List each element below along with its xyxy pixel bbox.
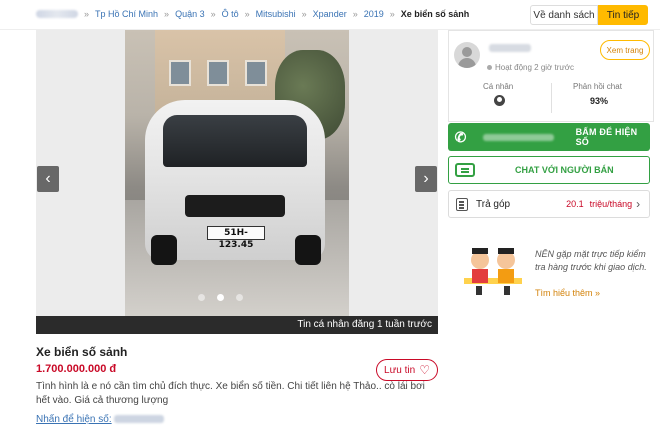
prev-photo-button[interactable]: ‹ — [37, 166, 59, 192]
breadcrumb-separator: » — [244, 9, 250, 19]
installment-value: 20.1 — [566, 199, 584, 209]
ad-title: Xe biển số sảnh — [36, 345, 128, 359]
breadcrumb-separator: » — [389, 9, 395, 19]
tip-person-left-hair — [472, 248, 488, 254]
car-windshield — [163, 115, 307, 167]
hidden-phone-number — [482, 133, 554, 141]
breadcrumb-separator: » — [352, 9, 358, 19]
photo-window — [245, 60, 267, 86]
safety-tip-text: NÊN gặp mặt trực tiếp kiểm tra hàng trướ… — [535, 249, 647, 272]
seller-activity-label: Hoạt động 2 giờ trước — [495, 63, 574, 72]
breadcrumb-item-category[interactable]: Ô tô — [222, 9, 239, 19]
photo-pagination-dots — [198, 294, 243, 301]
breadcrumb-item-model[interactable]: Xpander — [313, 9, 347, 19]
next-listing-button[interactable]: Tin tiếp — [598, 5, 648, 25]
response-rate-value: 93% — [590, 96, 609, 106]
installment-unit: triệu/tháng — [589, 199, 633, 209]
installment-row[interactable]: Trả góp 20.1 triệu/tháng › — [448, 190, 650, 218]
back-to-list-button[interactable]: Về danh sách — [530, 5, 598, 25]
breadcrumb-item-year[interactable]: 2019 — [364, 9, 384, 19]
show-phone-link[interactable]: Nhấn để hiện số: — [36, 414, 164, 425]
breadcrumb-separator: » — [84, 9, 90, 19]
chevron-right-icon: › — [636, 197, 641, 211]
license-plate: 51H-123.45 — [207, 226, 265, 250]
chat-button-label: CHAT VỚI NGƯỜI BÁN — [515, 165, 614, 175]
show-phone-button-label: BẤM ĐỂ HIỆN SỐ — [575, 127, 638, 147]
status-dot-icon — [487, 65, 492, 70]
show-phone-button[interactable]: ✆ BẤM ĐỂ HIỆN SỐ — [448, 123, 650, 151]
avatar[interactable] — [454, 42, 480, 68]
chat-icon — [455, 163, 475, 177]
photo-window — [207, 60, 229, 86]
calculator-icon — [456, 197, 468, 211]
hidden-phone-number — [113, 415, 164, 424]
tip-leg — [476, 286, 482, 295]
installment-label: Trả góp — [476, 198, 511, 210]
breadcrumb-separator: » — [301, 9, 307, 19]
save-ad-label: Lưu tin — [384, 364, 416, 376]
heart-icon: ♡ — [419, 363, 430, 377]
tip-leg — [504, 286, 510, 295]
seller-type-label: Cá nhân — [483, 82, 514, 91]
tip-person-left-body — [472, 269, 488, 283]
phone-icon: ✆ — [454, 128, 467, 145]
car-photo[interactable]: 51H-123.45 — [125, 30, 349, 316]
person-icon — [494, 95, 505, 106]
seller-panel: Hoạt động 2 giờ trước Xem trang Cá nhân … — [448, 30, 654, 122]
seller-name[interactable] — [489, 44, 531, 52]
breadcrumb-item-current: Xe biển số sảnh — [400, 9, 470, 19]
photo-dot-active[interactable] — [217, 294, 224, 301]
photo-window — [169, 60, 191, 86]
car-wheel — [295, 235, 321, 265]
photo-dot[interactable] — [236, 294, 243, 301]
breadcrumb-item-brand[interactable]: Mitsubishi — [256, 9, 296, 19]
listing-nav: Về danh sách Tin tiếp — [530, 5, 648, 25]
stat-divider — [551, 83, 552, 113]
view-shop-button[interactable]: Xem trang — [600, 40, 650, 60]
car-wheel — [151, 235, 177, 265]
save-ad-button[interactable]: Lưu tin ♡ — [376, 359, 438, 381]
breadcrumb-item-city[interactable]: Tp Hồ Chí Minh — [95, 9, 158, 19]
breadcrumb-item-district[interactable]: Quận 3 — [175, 9, 205, 19]
show-phone-label: Nhấn để hiện số: — [36, 414, 112, 425]
breadcrumb-item-home[interactable] — [36, 10, 78, 18]
learn-more-link[interactable]: Tìm hiểu thêm » — [535, 288, 600, 298]
photo-dot[interactable] — [198, 294, 205, 301]
breadcrumb-separator: » — [164, 9, 170, 19]
response-rate-label: Phản hồi chat — [573, 82, 622, 91]
chat-with-seller-button[interactable]: CHAT VỚI NGƯỜI BÁN — [448, 156, 650, 184]
safety-tip-illustration — [464, 248, 522, 295]
breadcrumb: » Tp Hồ Chí Minh » Quận 3 » Ô tô » Mitsu… — [36, 9, 469, 19]
breadcrumb-separator: » — [210, 9, 216, 19]
ad-description: Tình hình là e nó cần tìm chủ đích thực.… — [36, 381, 425, 406]
photo-gallery: 51H-123.45 ‹ › Tin cá nhân đăng 1 tuần t… — [36, 30, 438, 334]
next-photo-button[interactable]: › — [415, 166, 437, 192]
tip-person-right-body — [498, 269, 514, 283]
car-grille — [185, 195, 285, 217]
ad-price: 1.700.000.000 đ — [36, 363, 117, 375]
seller-activity: Hoạt động 2 giờ trước — [487, 63, 574, 72]
breadcrumb-bar: » Tp Hồ Chí Minh » Quận 3 » Ô tô » Mitsu… — [0, 0, 660, 30]
photo-caption: Tin cá nhân đăng 1 tuần trước — [36, 316, 438, 334]
tip-person-right-hair — [498, 248, 514, 254]
